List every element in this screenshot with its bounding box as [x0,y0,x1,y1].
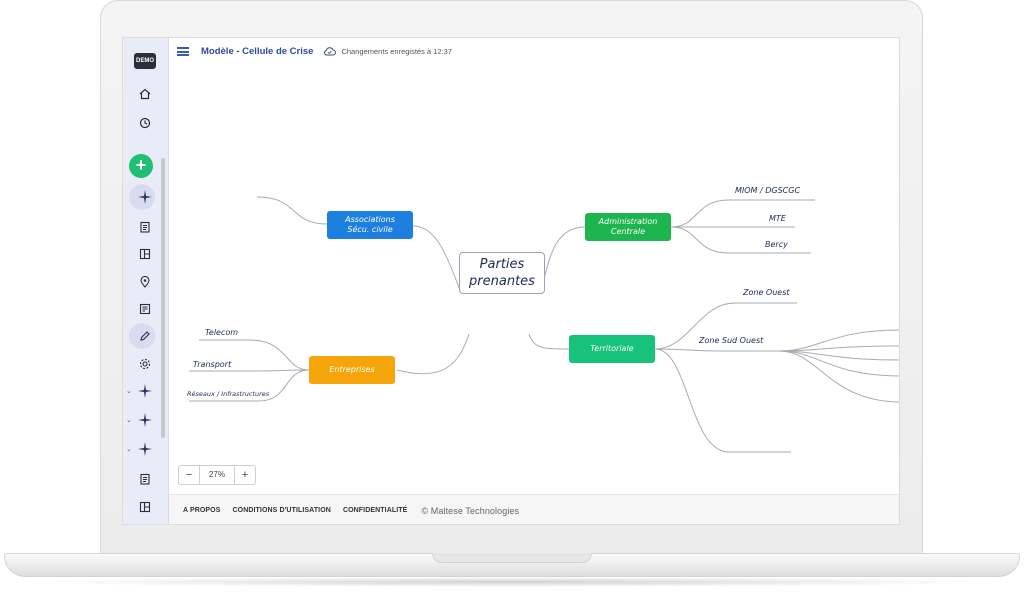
branch-associations-line1: Associations [345,215,395,224]
branch-node-territoriale[interactable]: Territoriale [569,335,655,363]
branch-node-administration[interactable]: Administration Centrale [585,213,671,241]
leaf-mte[interactable]: MTE [769,214,786,223]
connector-administration [540,226,586,293]
connector-associations [412,225,462,293]
save-status: Changements enregistés à 12:37 [341,46,452,56]
sidebar: DEMO + ⌄ ⌄ ⌄ [123,38,169,524]
menu-icon[interactable] [177,46,189,56]
leaf-zone-sud-ouest[interactable]: Zone Sud Ouest [699,336,763,345]
branch-administration-line2: Centrale [610,227,646,236]
leaf-reseaux[interactable]: Réseaux / Infrastructures [187,390,269,398]
document-title: Modèle - Cellule de Crise [201,45,314,57]
central-node-line2: prenantes [469,274,535,289]
zoom-in-button[interactable]: + [235,466,255,484]
laptop-shadow [20,577,1004,587]
leaf-transport[interactable]: Transport [193,360,231,369]
branch-node-associations[interactable]: Associations Sécu. civile [327,211,413,239]
sparkle-icon[interactable] [123,436,167,462]
add-button[interactable]: + [129,154,153,178]
connector-bercy [670,226,811,254]
footer-copyright: © Maltese Technologies [421,505,520,516]
zoom-control: − 27% + [178,465,256,485]
app-logo[interactable]: DEMO [134,53,156,69]
connector-territoriale [528,333,570,350]
leaf-zone-ouest[interactable]: Zone Ouest [743,288,790,297]
connector-miom [670,199,815,228]
footer-about-link[interactable]: A PROPOS [183,507,221,514]
zoom-level: 27% [199,466,235,484]
laptop-notch [432,553,592,563]
leaf-miom[interactable]: MIOM / DGSCGC [735,186,800,195]
layout-icon[interactable] [123,494,167,520]
leaf-telecom[interactable]: Telecom [205,328,238,337]
branch-node-entreprises[interactable]: Entreprises [309,356,395,384]
central-node-line1: Parties [479,257,525,272]
cloud-saved-icon [324,47,337,56]
history-icon[interactable] [123,110,167,136]
connector-entreprises [396,333,470,375]
central-node[interactable]: Parties prenantes [459,252,545,294]
home-icon[interactable] [123,81,167,107]
connector-associations-out [256,196,328,225]
connector-transport [189,369,310,372]
branch-entreprises-label: Entreprises [329,365,375,374]
mindmap-canvas[interactable]: Parties prenantes Associations Sécu. civil… [169,64,899,494]
top-bar: Modèle - Cellule de Crise Changements en… [169,38,899,64]
footer: A PROPOS CONDITIONS D'UTILISATION CONFID… [169,494,899,524]
zoom-out-button[interactable]: − [179,466,199,484]
branch-territoriale-label: Territoriale [590,344,634,353]
branch-associations-line2: Sécu. civile [347,225,393,234]
clipboard-icon[interactable] [123,466,167,492]
leaf-bercy[interactable]: Bercy [765,240,788,249]
sidebar-scrollbar[interactable] [161,158,165,438]
footer-terms-link[interactable]: CONDITIONS D'UTILISATION [233,507,331,514]
app-screen: DEMO + ⌄ ⌄ ⌄ Modèle - Cellule de Crise C… [122,37,900,525]
connector-zone-sud-ouest [654,348,779,352]
connector-territoriale-3 [654,348,791,453]
footer-privacy-link[interactable]: CONFIDENTIALITÉ [343,507,408,514]
branch-administration-line1: Administration [598,217,658,226]
